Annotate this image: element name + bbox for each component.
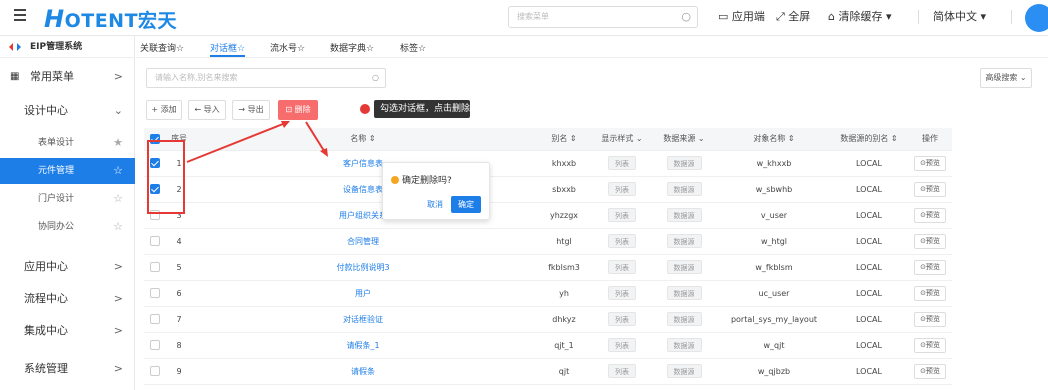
annotation-arrow-head — [320, 148, 328, 157]
annotation-arrow — [305, 121, 327, 155]
annotation-arrows — [186, 121, 328, 163]
annotation-arrow — [186, 121, 289, 163]
